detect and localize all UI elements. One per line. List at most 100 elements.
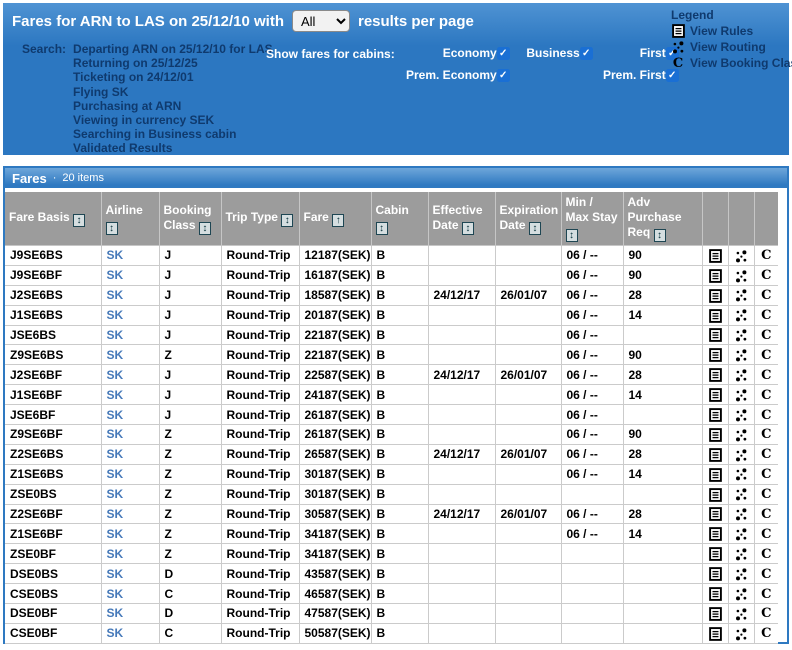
fare-basis-cell: Z2SE6BF xyxy=(5,504,101,524)
view-booking-class-button[interactable]: C xyxy=(754,425,778,445)
view-routing-button[interactable] xyxy=(728,246,754,266)
cabin-checkbox[interactable]: ✓ xyxy=(497,69,510,82)
cabin-cell: B xyxy=(371,246,428,266)
view-rules-button[interactable] xyxy=(702,564,728,584)
view-booking-class-button[interactable]: C xyxy=(754,584,778,604)
airline-link[interactable]: SK xyxy=(107,308,124,322)
view-routing-button[interactable] xyxy=(728,544,754,564)
view-booking-class-button[interactable]: C xyxy=(754,484,778,504)
view-routing-button[interactable] xyxy=(728,365,754,385)
view-routing-button[interactable] xyxy=(728,425,754,445)
airline-link[interactable]: SK xyxy=(107,527,124,541)
sort-toggle-icon[interactable]: ↕ xyxy=(529,222,541,235)
view-rules-button[interactable] xyxy=(702,464,728,484)
cabin-checkbox[interactable]: ✓ xyxy=(497,47,510,60)
view-rules-button[interactable] xyxy=(702,604,728,624)
view-booking-class-button[interactable]: C xyxy=(754,405,778,425)
view-booking-class-button[interactable]: C xyxy=(754,325,778,345)
view-routing-button[interactable] xyxy=(728,524,754,544)
view-rules-button[interactable] xyxy=(702,285,728,305)
airline-link[interactable]: SK xyxy=(107,388,124,402)
sort-toggle-icon[interactable]: ↕ xyxy=(73,214,85,227)
view-rules-button[interactable] xyxy=(702,265,728,285)
airline-link[interactable]: SK xyxy=(107,408,124,422)
airline-link[interactable]: SK xyxy=(107,268,124,282)
cabin-checkbox[interactable]: ✓ xyxy=(580,47,593,60)
sort-toggle-icon[interactable]: ↕ xyxy=(654,229,666,242)
view-booking-class-button[interactable]: C xyxy=(754,564,778,584)
view-booking-class-button[interactable]: C xyxy=(754,285,778,305)
sort-toggle-icon[interactable]: ↕ xyxy=(376,222,388,235)
view-booking-class-button[interactable]: C xyxy=(754,444,778,464)
airline-link[interactable]: SK xyxy=(107,507,124,521)
view-rules-button[interactable] xyxy=(702,345,728,365)
view-routing-button[interactable] xyxy=(728,623,754,643)
sort-toggle-icon[interactable]: ↕ xyxy=(462,222,474,235)
view-routing-button[interactable] xyxy=(728,444,754,464)
view-rules-button[interactable] xyxy=(702,524,728,544)
view-routing-button[interactable] xyxy=(728,285,754,305)
cabin-cell: B xyxy=(371,385,428,405)
sort-toggle-icon[interactable]: ↕ xyxy=(106,222,118,235)
airline-link[interactable]: SK xyxy=(107,248,124,262)
view-rules-button[interactable] xyxy=(702,504,728,524)
airline-link[interactable]: SK xyxy=(107,547,124,561)
view-rules-button[interactable] xyxy=(702,305,728,325)
view-routing-button[interactable] xyxy=(728,305,754,325)
view-routing-button[interactable] xyxy=(728,345,754,365)
view-routing-button[interactable] xyxy=(728,484,754,504)
airline-link[interactable]: SK xyxy=(107,567,124,581)
view-booking-class-button[interactable]: C xyxy=(754,305,778,325)
sort-toggle-icon[interactable]: ↕ xyxy=(566,229,578,242)
adv-purchase-req-cell: 28 xyxy=(623,444,702,464)
sort-toggle-icon[interactable]: ↕ xyxy=(281,214,293,227)
view-rules-button[interactable] xyxy=(702,405,728,425)
view-rules-button[interactable] xyxy=(702,484,728,504)
airline-link[interactable]: SK xyxy=(107,368,124,382)
view-booking-class-button[interactable]: C xyxy=(754,464,778,484)
view-rules-button[interactable] xyxy=(702,385,728,405)
sort-ascending-icon[interactable]: ↑ xyxy=(332,214,344,227)
view-booking-class-button[interactable]: C xyxy=(754,544,778,564)
view-booking-class-button[interactable]: C xyxy=(754,365,778,385)
airline-link[interactable]: SK xyxy=(107,328,124,342)
airline-link[interactable]: SK xyxy=(107,467,124,481)
view-booking-class-button[interactable]: C xyxy=(754,504,778,524)
view-booking-class-button[interactable]: C xyxy=(754,604,778,624)
view-booking-class-button[interactable]: C xyxy=(754,524,778,544)
sort-toggle-icon[interactable]: ↕ xyxy=(199,222,211,235)
view-rules-button[interactable] xyxy=(702,544,728,564)
results-per-page-select[interactable]: All xyxy=(292,10,350,32)
view-routing-button[interactable] xyxy=(728,265,754,285)
airline-link[interactable]: SK xyxy=(107,447,124,461)
view-rules-button[interactable] xyxy=(702,623,728,643)
expiration-date-cell xyxy=(495,246,561,266)
view-rules-button[interactable] xyxy=(702,425,728,445)
view-booking-class-button[interactable]: C xyxy=(754,623,778,643)
view-booking-class-button[interactable]: C xyxy=(754,345,778,365)
view-rules-button[interactable] xyxy=(702,246,728,266)
airline-link[interactable]: SK xyxy=(107,348,124,362)
airline-link[interactable]: SK xyxy=(107,606,124,620)
airline-link[interactable]: SK xyxy=(107,626,124,640)
view-routing-button[interactable] xyxy=(728,604,754,624)
view-routing-button[interactable] xyxy=(728,405,754,425)
view-routing-button[interactable] xyxy=(728,584,754,604)
airline-link[interactable]: SK xyxy=(107,288,124,302)
airline-link[interactable]: SK xyxy=(107,587,124,601)
view-routing-button[interactable] xyxy=(728,325,754,345)
view-rules-button[interactable] xyxy=(702,325,728,345)
view-routing-button[interactable] xyxy=(728,385,754,405)
view-rules-button[interactable] xyxy=(702,584,728,604)
view-routing-button[interactable] xyxy=(728,564,754,584)
view-rules-button[interactable] xyxy=(702,365,728,385)
view-routing-button[interactable] xyxy=(728,504,754,524)
view-booking-class-button[interactable]: C xyxy=(754,246,778,266)
view-booking-class-button[interactable]: C xyxy=(754,265,778,285)
view-booking-class-button[interactable]: C xyxy=(754,385,778,405)
airline-link[interactable]: SK xyxy=(107,487,124,501)
view-rules-button[interactable] xyxy=(702,444,728,464)
airline-link[interactable]: SK xyxy=(107,427,124,441)
column-header: Fare ↑ xyxy=(299,192,371,246)
view-routing-button[interactable] xyxy=(728,464,754,484)
